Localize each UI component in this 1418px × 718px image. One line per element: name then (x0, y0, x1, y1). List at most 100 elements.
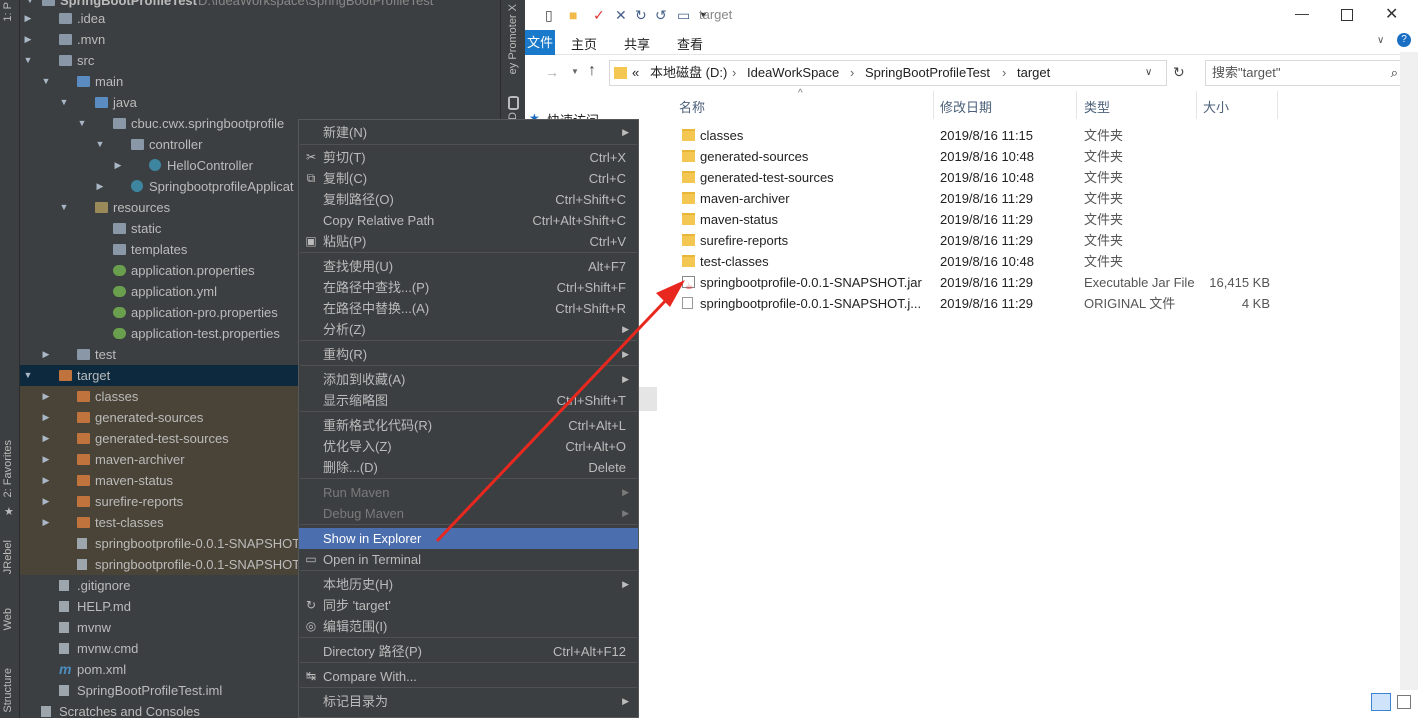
column-type[interactable]: 类型 (1084, 97, 1110, 116)
file-row[interactable]: test-classes 2019/8/16 10:48 文件夹 (665, 251, 1305, 272)
menu-item-mark-directory-as[interactable]: 标记目录为 ▶ (299, 691, 638, 712)
collapse-arrow-icon[interactable]: ▼ (22, 50, 34, 71)
menu-item-analyze[interactable]: 分析(Z) ▶ (299, 319, 638, 340)
chevron-right-icon[interactable]: › (732, 61, 736, 85)
structure-tool-tab[interactable]: Structure (2, 668, 14, 713)
up-icon[interactable]: ↑ (588, 62, 596, 80)
menu-item-edit-scopes[interactable]: ◎ 编辑范围(I) (299, 616, 638, 637)
expand-arrow-icon[interactable]: ▶ (22, 29, 34, 50)
menu-item-replace-in-path[interactable]: 在路径中替换...(A) Ctrl+Shift+R (299, 298, 638, 319)
menu-item-reformat-code[interactable]: 重新格式化代码(R) Ctrl+Alt+L (299, 415, 638, 436)
tree-node[interactable]: ▼ main (20, 71, 500, 92)
expand-arrow-icon[interactable]: ▶ (22, 8, 34, 29)
properties-icon[interactable]: ▯ (545, 7, 553, 24)
web-tool-tab[interactable]: Web (2, 608, 14, 630)
chevron-down-icon[interactable]: ∨ (1145, 61, 1152, 85)
collapse-arrow-icon[interactable]: ▼ (76, 113, 88, 134)
checklist-icon[interactable]: ✓ (593, 7, 605, 24)
menu-item-directory-path[interactable]: Directory 路径(P) Ctrl+Alt+F12 (299, 641, 638, 662)
breadcrumb-target[interactable]: target (1017, 61, 1050, 85)
favorites-tool-tab[interactable]: 2: Favorites (2, 440, 14, 497)
project-tool-tab[interactable]: 1: P (2, 2, 14, 22)
expand-arrow-icon[interactable]: ▶ (40, 512, 52, 533)
tab-home[interactable]: 主页 (571, 34, 597, 53)
menu-item-delete[interactable]: 删除...(D) Delete (299, 457, 638, 478)
breadcrumb-drive[interactable]: 本地磁盘 (D:) (650, 61, 727, 85)
menu-item-copy-path[interactable]: 复制路径(O) Ctrl+Shift+C (299, 189, 638, 210)
file-row[interactable]: maven-status 2019/8/16 11:29 文件夹 (665, 209, 1305, 230)
recent-locations-icon[interactable]: ▼ (571, 67, 579, 76)
vertical-scrollbar[interactable] (1400, 52, 1418, 692)
delete-icon[interactable]: ✕ (615, 7, 627, 24)
expand-arrow-icon[interactable]: ▶ (40, 428, 52, 449)
collapse-arrow-icon[interactable]: ▼ (40, 71, 52, 92)
column-name[interactable]: 名称 (679, 97, 705, 116)
tree-node[interactable]: ▶ .idea (20, 8, 500, 29)
column-date[interactable]: 修改日期 (940, 97, 992, 116)
file-row[interactable]: surefire-reports 2019/8/16 11:29 文件夹 (665, 230, 1305, 251)
menu-item-cut[interactable]: ✂ 剪切(T) Ctrl+X (299, 147, 638, 168)
file-row[interactable]: springbootprofile-0.0.1-SNAPSHOT.j... 201… (665, 293, 1305, 314)
menu-item-copy-relative-path[interactable]: Copy Relative Path Ctrl+Alt+Shift+C (299, 210, 638, 231)
menu-item-optimize-imports[interactable]: 优化导入(Z) Ctrl+Alt+O (299, 436, 638, 457)
expand-arrow-icon[interactable]: ▶ (40, 470, 52, 491)
menu-item-synchronize[interactable]: ↻ 同步 'target' (299, 595, 638, 616)
collapse-arrow-icon[interactable]: ▼ (58, 197, 70, 218)
tab-view[interactable]: 查看 (677, 34, 703, 53)
help-icon[interactable]: ? (1397, 33, 1411, 47)
file-row[interactable]: classes 2019/8/16 11:15 文件夹 (665, 125, 1305, 146)
ribbon-expand-icon[interactable]: ∨ (1377, 35, 1384, 46)
breadcrumb-ideaworkspace[interactable]: IdeaWorkSpace (747, 61, 839, 85)
file-row[interactable]: ☕ springbootprofile-0.0.1-SNAPSHOT.jar 201… (665, 272, 1305, 293)
undo-icon[interactable]: ↺ (655, 7, 667, 24)
expand-arrow-icon[interactable]: ▶ (40, 407, 52, 428)
redo-icon[interactable]: ↻ (635, 7, 647, 24)
menu-item-run-maven[interactable]: Run Maven ▶ (299, 482, 638, 503)
forward-icon[interactable]: → (545, 64, 559, 80)
tree-node[interactable]: ▼ java (20, 92, 500, 113)
chevron-right-icon[interactable]: › (850, 61, 854, 85)
rename-icon[interactable]: ▭ (677, 7, 690, 24)
expand-arrow-icon[interactable]: ▶ (40, 449, 52, 470)
menu-item-paste[interactable]: ▣ 粘贴(P) Ctrl+V (299, 231, 638, 252)
address-bar[interactable]: « 本地磁盘 (D:) › IdeaWorkSpace › SpringBoot… (609, 60, 1167, 86)
maximize-button[interactable] (1341, 9, 1353, 21)
menu-item-add-to-favorites[interactable]: 添加到收藏(A) ▶ (299, 369, 638, 390)
tree-node[interactable]: ▶ .mvn (20, 29, 500, 50)
expand-arrow-icon[interactable]: ▶ (112, 155, 124, 176)
menu-item-new[interactable]: 新建(N) ▶ (299, 122, 638, 143)
close-button[interactable]: ✕ (1385, 4, 1398, 24)
menu-item-find-usages[interactable]: 查找使用(U) Alt+F7 (299, 256, 638, 277)
large-icons-view-icon[interactable] (1397, 695, 1411, 709)
file-row[interactable]: maven-archiver 2019/8/16 11:29 文件夹 (665, 188, 1305, 209)
menu-item-local-history[interactable]: 本地历史(H) ▶ (299, 574, 638, 595)
menu-item-show-in-explorer[interactable]: Show in Explorer (299, 528, 638, 549)
collapse-arrow-icon[interactable]: ▼ (22, 365, 34, 386)
menu-item-copy[interactable]: ⧉ 复制(C) Ctrl+C (299, 168, 638, 189)
menu-item-refactor[interactable]: 重构(R) ▶ (299, 344, 638, 365)
tree-node[interactable]: ▼ src (20, 50, 500, 71)
file-row[interactable]: generated-sources 2019/8/16 10:48 文件夹 (665, 146, 1305, 167)
menu-item-open-in-terminal[interactable]: ▭ Open in Terminal (299, 549, 638, 570)
minimize-button[interactable]: — (1295, 5, 1309, 21)
expand-arrow-icon[interactable]: ▶ (94, 176, 106, 197)
expand-arrow-icon[interactable]: ▶ (40, 386, 52, 407)
collapse-arrow-icon[interactable]: ▼ (94, 134, 106, 155)
menu-item-show-thumbnails[interactable]: 显示缩略图 Ctrl+Shift+T (299, 390, 638, 411)
column-size[interactable]: 大小 (1203, 97, 1229, 116)
folder-icon[interactable]: ■ (569, 7, 577, 23)
expand-arrow-icon[interactable]: ▶ (40, 491, 52, 512)
collapse-arrow-icon[interactable]: ▼ (58, 92, 70, 113)
tab-file[interactable]: 文件 (525, 30, 555, 55)
menu-item-find-in-path[interactable]: 在路径中查找...(P) Ctrl+Shift+F (299, 277, 638, 298)
search-input[interactable]: 搜索"target" ⌕ (1205, 60, 1405, 86)
breadcrumb-overflow[interactable]: « (632, 61, 639, 85)
key-promoter-tool-tab[interactable]: ey Promoter X (507, 4, 519, 74)
file-row[interactable]: generated-test-sources 2019/8/16 10:48 文件夹 (665, 167, 1305, 188)
refresh-icon[interactable]: ↻ (1173, 64, 1185, 81)
details-view-icon[interactable] (1371, 693, 1391, 711)
tab-share[interactable]: 共享 (624, 34, 650, 53)
jrebel-tool-tab[interactable]: JRebel (2, 540, 14, 574)
breadcrumb-project[interactable]: SpringBootProfileTest (865, 61, 990, 85)
expand-arrow-icon[interactable]: ▶ (40, 344, 52, 365)
